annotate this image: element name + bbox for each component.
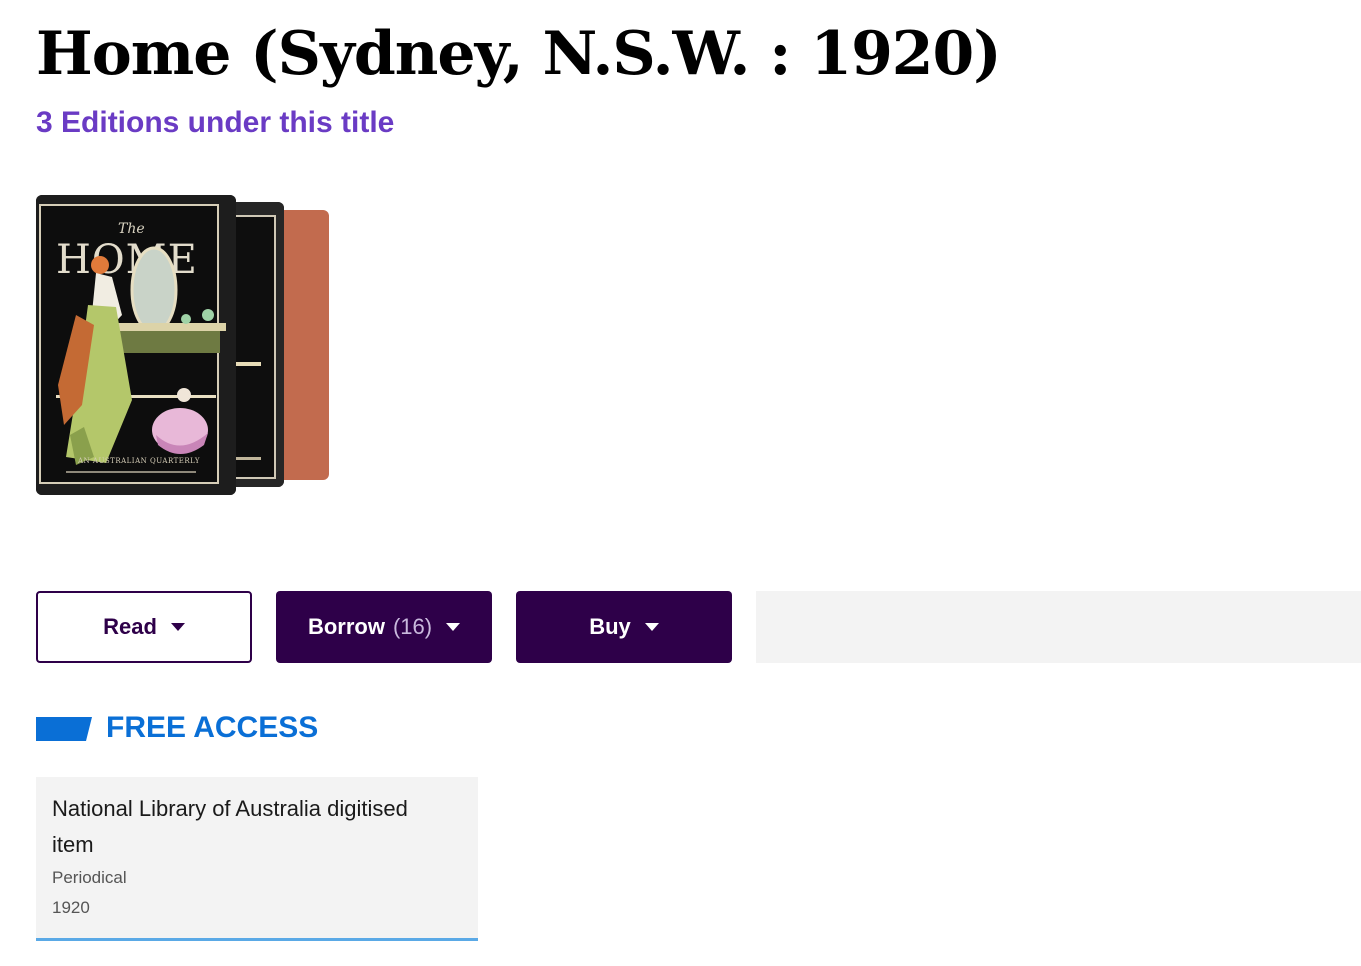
- edition-covers[interactable]: The HOME AN AUSTRALIAN QUARTERLY: [36, 195, 336, 505]
- page: Home (Sydney, N.S.W. : 1920) 3 Editions …: [0, 0, 1361, 966]
- edition-cover-1-art: The HOME AN AUSTRALIAN QUARTERLY: [36, 195, 236, 495]
- cover-script: The: [118, 221, 145, 237]
- free-access-item-year: 1920: [52, 898, 90, 917]
- page-title: Home (Sydney, N.S.W. : 1920): [36, 19, 1002, 89]
- cover-masthead: HOME: [56, 237, 198, 283]
- buy-button-label: Buy: [589, 614, 631, 639]
- borrow-button-label: Borrow: [307, 614, 385, 639]
- chevron-down-icon: [644, 623, 659, 631]
- editions-link[interactable]: 3 Editions under this title: [36, 103, 394, 143]
- free-access-card[interactable]: National Library of Australia digitised …: [36, 777, 478, 941]
- free-access-item-type: Periodical: [52, 868, 127, 887]
- free-access-heading: FREE ACCESS: [106, 711, 319, 744]
- chevron-down-icon: [170, 623, 185, 631]
- free-access-item-title: National Library of Australia digitised …: [52, 796, 408, 857]
- read-button[interactable]: Read: [36, 591, 252, 663]
- borrow-count: (16): [392, 614, 433, 639]
- edition-cover-1[interactable]: The HOME AN AUSTRALIAN QUARTERLY: [36, 195, 236, 495]
- cover-caption: AN AUSTRALIAN QUARTERLY: [77, 457, 200, 465]
- actions-placeholder-panel: [756, 591, 1361, 663]
- read-button-label: Read: [103, 614, 157, 639]
- chevron-down-icon: [446, 623, 461, 631]
- buy-button[interactable]: Buy: [516, 591, 732, 663]
- borrow-button[interactable]: Borrow (16): [276, 591, 492, 663]
- free-access-flag-icon: [36, 717, 92, 741]
